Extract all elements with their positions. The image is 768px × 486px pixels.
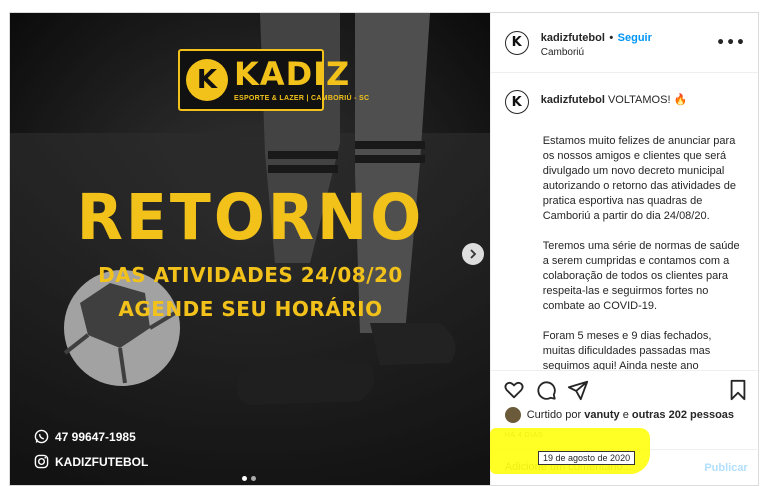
kadiz-logo-name: KADIZ xyxy=(234,55,351,93)
date-tooltip: 19 de agosto de 2020 xyxy=(538,451,636,465)
kadiz-logo-tagline: ESPORTE & LAZER | CAMBORIÚ - SC xyxy=(234,95,370,102)
more-options-icon[interactable]: ••• xyxy=(716,35,746,51)
caption-area[interactable]: K kadizfutebol VOLTAMOS! 🔥 Estamos muito… xyxy=(491,74,760,370)
whatsapp-icon xyxy=(34,429,49,444)
instagram-icon xyxy=(34,454,49,469)
whatsapp-contact: 47 99647-1985 xyxy=(34,429,136,444)
liker-username[interactable]: vanuty xyxy=(584,409,619,421)
phone-number: 47 99647-1985 xyxy=(55,429,136,444)
chevron-right-icon xyxy=(470,249,477,259)
username-link[interactable]: kadizfutebol xyxy=(541,32,605,44)
kadiz-logo: K KADIZ ESPORTE & LAZER | CAMBORIÚ - SC xyxy=(178,49,369,111)
share-icon[interactable] xyxy=(567,379,589,401)
location-link[interactable]: Camboriú xyxy=(541,47,652,58)
instagram-post: K KADIZ ESPORTE & LAZER | CAMBORIÚ - SC … xyxy=(9,12,760,486)
follow-button[interactable]: Seguir xyxy=(618,32,652,44)
like-heart-icon[interactable] xyxy=(503,379,525,401)
instagram-contact: KADIZFUTEBOL xyxy=(34,454,148,469)
schedule-cta: AGENDE SEU HORÁRIO xyxy=(118,297,383,321)
save-bookmark-icon[interactable] xyxy=(727,379,749,401)
likes-summary: Curtido por vanuty e outras 202 pessoas xyxy=(504,407,734,423)
post-header: K kadizfutebol • Seguir Camboriú ••• xyxy=(490,13,758,73)
other-likers-link[interactable]: outras 202 pessoas xyxy=(632,409,734,421)
caption-lead: VOLTAMOS! 🔥 xyxy=(607,94,688,106)
headline: RETORNO xyxy=(76,181,425,255)
carousel-dot-active xyxy=(242,476,247,481)
instagram-handle: KADIZFUTEBOL xyxy=(55,454,149,469)
avatar[interactable]: K xyxy=(504,30,529,55)
kadiz-logo-mark: K xyxy=(186,59,228,101)
caption-username[interactable]: kadizfutebol xyxy=(541,94,605,106)
separator: • xyxy=(609,32,614,44)
post-image[interactable]: K KADIZ ESPORTE & LAZER | CAMBORIÚ - SC … xyxy=(10,13,490,485)
post-timestamp[interactable]: HÁ 4 DIAS xyxy=(505,432,543,439)
action-bar xyxy=(490,370,760,406)
next-image-button[interactable] xyxy=(462,243,484,265)
carousel-dot xyxy=(251,476,256,481)
caption-paragraph: Estamos muito felizes de anunciar para o… xyxy=(542,135,736,222)
caption-avatar[interactable]: K xyxy=(504,90,529,114)
caption-text: Estamos muito felizes de anunciar para o… xyxy=(543,134,746,370)
carousel-dots xyxy=(242,476,256,481)
comment-icon[interactable] xyxy=(535,379,557,401)
caption-paragraph: Foram 5 meses e 9 dias fechados, muitas … xyxy=(542,330,712,370)
activities-date: DAS ATIVIDADES 24/08/20 xyxy=(98,263,403,287)
caption-paragraph: Teremos uma série de normas de saúde a s… xyxy=(542,240,740,312)
publish-button[interactable]: Publicar xyxy=(704,462,747,474)
post-sidebar: K kadizfutebol • Seguir Camboriú ••• K k… xyxy=(489,13,760,485)
liker-avatar[interactable] xyxy=(504,407,521,423)
